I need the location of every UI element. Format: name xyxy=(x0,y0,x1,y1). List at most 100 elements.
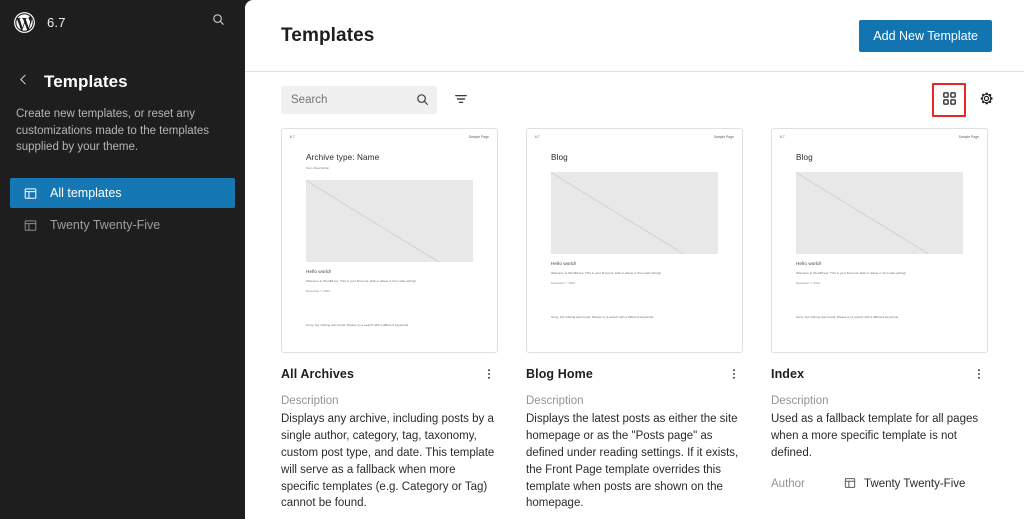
template-title: Blog Home xyxy=(526,367,593,381)
sidebar-header: Templates Create new templates, or reset… xyxy=(0,44,245,156)
preview-nav-label: Sample Page xyxy=(714,135,734,139)
sidebar-item-label: All templates xyxy=(50,186,122,200)
template-title: All Archives xyxy=(281,367,354,381)
card-title-row: Index xyxy=(771,367,988,385)
preview-featured-image xyxy=(551,172,718,254)
search-input[interactable] xyxy=(281,86,437,114)
page-title: Templates xyxy=(281,25,374,47)
more-options-icon xyxy=(727,367,741,386)
preview-heading: Blog xyxy=(796,153,963,162)
preview-nav-label: Sample Page xyxy=(959,135,979,139)
preview-post-title: Hello world! xyxy=(306,269,473,274)
author-value: Twenty Twenty-Five xyxy=(843,476,965,493)
preview-post-meta: December 7, 2024 xyxy=(796,281,963,285)
author-name: Twenty Twenty-Five xyxy=(864,478,965,490)
preview-site-header: 6.7 Sample Page xyxy=(780,135,979,139)
preview-body: Blog Hello world! Welcome to WordPress. … xyxy=(535,153,734,320)
wordpress-logo-icon xyxy=(12,10,37,35)
card-title-row: All Archives xyxy=(281,367,498,385)
chevron-left-icon xyxy=(17,73,30,91)
search-icon xyxy=(211,12,226,32)
filter-button[interactable] xyxy=(447,86,475,114)
preview-post-excerpt: Welcome to WordPress. This is your first… xyxy=(796,271,963,275)
grid-view-button[interactable] xyxy=(935,86,963,114)
preview-site-header: 6.7 Sample Page xyxy=(290,135,489,139)
more-options-button[interactable] xyxy=(725,367,743,385)
more-options-button[interactable] xyxy=(970,367,988,385)
wordpress-version-label: 6.7 xyxy=(47,15,66,30)
preview-footer-text: Sorry, but nothing was found. Please try… xyxy=(306,323,473,328)
template-preview[interactable]: 6.7 Sample Page Blog Hello world! Welcom… xyxy=(771,128,988,353)
toolbar xyxy=(245,72,1024,128)
preview-mini-site: 6.7 Sample Page Blog Hello world! Welcom… xyxy=(527,129,742,352)
sidebar-search-button[interactable] xyxy=(205,9,231,35)
sidebar-title: Templates xyxy=(44,72,128,92)
toolbar-right-group xyxy=(932,83,1000,117)
add-new-template-button[interactable]: Add New Template xyxy=(859,20,992,52)
preview-post-excerpt: Welcome to WordPress. This is your first… xyxy=(551,271,718,275)
preview-post-meta: December 7, 2024 xyxy=(551,281,718,285)
more-options-button[interactable] xyxy=(480,367,498,385)
grid-view-highlight xyxy=(932,83,966,117)
gear-icon xyxy=(978,90,995,110)
preview-footer-text: Sorry, but nothing was found. Please try… xyxy=(551,315,718,320)
preview-subheading: Term Description xyxy=(306,166,473,170)
main-content: Templates Add New Template xyxy=(245,0,1024,519)
preview-nav-label: Sample Page xyxy=(469,135,489,139)
preview-mini-site: 6.7 Sample Page Archive type: Name Term … xyxy=(282,129,497,352)
card-title-row: Blog Home xyxy=(526,367,743,385)
template-layout-icon xyxy=(22,185,38,201)
sidebar-item-label: Twenty Twenty-Five xyxy=(50,218,160,232)
template-card: 6.7 Sample Page Archive type: Name Term … xyxy=(281,128,498,519)
preview-post-title: Hello world! xyxy=(796,261,963,266)
sidebar-topbar: 6.7 xyxy=(0,0,245,44)
sidebar-brand[interactable]: 6.7 xyxy=(12,10,66,35)
more-options-icon xyxy=(482,367,496,386)
preview-post-meta: December 7, 2024 xyxy=(306,289,473,293)
sidebar-nav: All templates Twenty Twenty-Five xyxy=(0,178,245,240)
more-options-icon xyxy=(972,367,986,386)
preview-featured-image xyxy=(306,180,473,262)
sidebar-item-twenty-twenty-five[interactable]: Twenty Twenty-Five xyxy=(10,210,235,240)
description-label: Description xyxy=(771,395,988,407)
preview-version-label: 6.7 xyxy=(780,135,785,139)
preview-body: Archive type: Name Term Description Hell… xyxy=(290,153,489,328)
preview-post-title: Hello world! xyxy=(551,261,718,266)
template-layout-icon xyxy=(22,217,38,233)
template-description: Used as a fallback template for all page… xyxy=(771,411,987,462)
template-layout-icon xyxy=(843,476,857,493)
search-field[interactable] xyxy=(281,86,437,114)
description-label: Description xyxy=(281,395,498,407)
sidebar: 6.7 Templates xyxy=(0,0,245,519)
preview-site-header: 6.7 Sample Page xyxy=(535,135,734,139)
preview-heading: Archive type: Name xyxy=(306,153,473,162)
main-header: Templates Add New Template xyxy=(245,0,1024,72)
app-root: 6.7 Templates xyxy=(0,0,1024,519)
template-card: 6.7 Sample Page Blog Hello world! Welcom… xyxy=(771,128,988,519)
author-row: Author Twenty Twenty-Five xyxy=(771,476,988,493)
preview-body: Blog Hello world! Welcome to WordPress. … xyxy=(780,153,979,320)
template-card: 6.7 Sample Page Blog Hello world! Welcom… xyxy=(526,128,743,519)
template-description: Displays the latest posts as either the … xyxy=(526,411,742,512)
filter-icon xyxy=(453,91,469,110)
preview-version-label: 6.7 xyxy=(535,135,540,139)
sidebar-item-all-templates[interactable]: All templates xyxy=(10,178,235,208)
preview-mini-site: 6.7 Sample Page Blog Hello world! Welcom… xyxy=(772,129,987,352)
author-label: Author xyxy=(771,478,833,490)
preview-footer-text: Sorry, but nothing was found. Please try… xyxy=(796,315,963,320)
sidebar-description: Create new templates, or reset any custo… xyxy=(16,106,212,156)
description-label: Description xyxy=(526,395,743,407)
sidebar-title-row: Templates xyxy=(14,72,221,92)
template-title: Index xyxy=(771,367,804,381)
settings-button[interactable] xyxy=(972,86,1000,114)
template-preview[interactable]: 6.7 Sample Page Archive type: Name Term … xyxy=(281,128,498,353)
preview-post-excerpt: Welcome to WordPress. This is your first… xyxy=(306,279,473,283)
preview-heading: Blog xyxy=(551,153,718,162)
template-preview[interactable]: 6.7 Sample Page Blog Hello world! Welcom… xyxy=(526,128,743,353)
preview-version-label: 6.7 xyxy=(290,135,295,139)
templates-grid: 6.7 Sample Page Archive type: Name Term … xyxy=(245,128,1024,519)
preview-featured-image xyxy=(796,172,963,254)
sidebar-back-button[interactable] xyxy=(14,73,32,91)
grid-view-icon xyxy=(941,90,958,110)
template-description: Displays any archive, including posts by… xyxy=(281,411,497,512)
